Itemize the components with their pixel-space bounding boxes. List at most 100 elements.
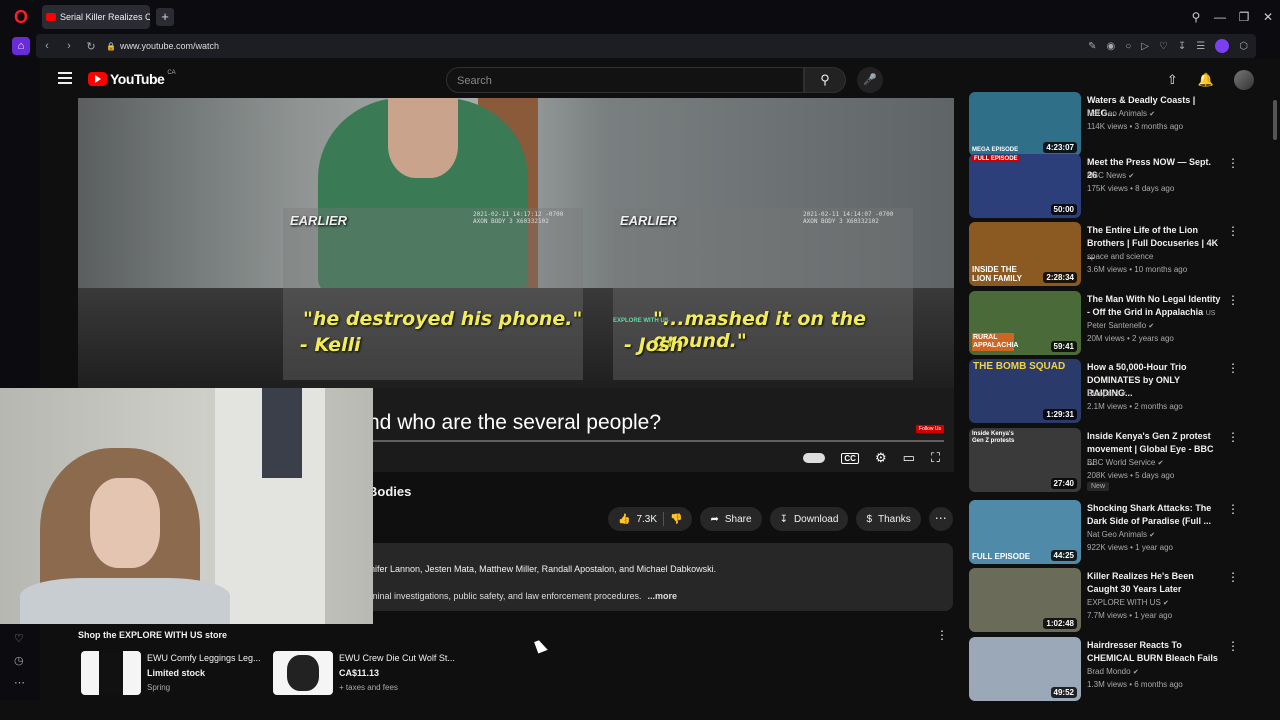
more-options-icon[interactable]: ⋮ bbox=[1227, 361, 1239, 375]
shop-more-icon[interactable]: ⋮ bbox=[936, 628, 948, 642]
recommendation-item[interactable]: FULL EPISODE 44:25 Shocking Shark Attack… bbox=[969, 500, 1269, 564]
profile-icon[interactable] bbox=[1215, 39, 1230, 53]
close-window-icon[interactable]: ✕ bbox=[1256, 10, 1280, 24]
channel-name[interactable]: space and science bbox=[1087, 252, 1153, 261]
more-options-icon[interactable]: ⋮ bbox=[1227, 156, 1239, 170]
search-button[interactable]: ⚲ bbox=[804, 67, 846, 93]
video-thumbnail[interactable]: Inside Kenya's Gen Z protests 27:40 bbox=[969, 428, 1081, 492]
menu-icon[interactable]: ☰ bbox=[1196, 41, 1205, 52]
channel-name[interactable]: Blooprint ✔ bbox=[1087, 389, 1127, 398]
notifications-bell-icon[interactable]: 🔔 bbox=[1198, 72, 1214, 88]
back-icon[interactable]: ‹ bbox=[36, 40, 58, 52]
download-label: Download bbox=[793, 513, 839, 525]
video-thumbnail[interactable]: 1:02:48 bbox=[969, 568, 1081, 632]
heart-icon[interactable]: ♡ bbox=[1159, 41, 1168, 52]
more-link[interactable]: ...more bbox=[647, 591, 677, 601]
recommendation-item[interactable]: FULL EPISODE 50:00 Meet the Press NOW — … bbox=[969, 154, 1269, 218]
channel-name[interactable]: BBC World Service ✔ bbox=[1087, 458, 1163, 467]
download-icon[interactable]: ↧ bbox=[1178, 41, 1186, 52]
thumbnail-badge: RURAL APPALACHIA bbox=[972, 333, 1019, 351]
recommendation-item[interactable]: RURAL APPALACHIA 59:41 The Man With No L… bbox=[969, 291, 1269, 355]
autoplay-toggle[interactable] bbox=[803, 453, 826, 463]
recommendation-item[interactable]: THE BOMB SQUAD 1:29:31 How a 50,000-Hour… bbox=[969, 359, 1269, 423]
extensions-icon[interactable]: ⬡ bbox=[1239, 41, 1248, 52]
shield-icon[interactable]: ○ bbox=[1125, 41, 1131, 52]
thumbs-down-icon[interactable]: 👎 bbox=[670, 514, 682, 525]
video-thumbnail[interactable]: 49:52 bbox=[969, 637, 1081, 701]
maximize-icon[interactable]: ❐ bbox=[1232, 10, 1256, 24]
youtube-favicon-icon bbox=[46, 13, 56, 21]
video-title[interactable]: Shocking Shark Attacks: The Dark Side of… bbox=[1087, 502, 1223, 528]
channel-name[interactable]: EXPLORE WITH US ✔ bbox=[1087, 598, 1169, 607]
forward-icon[interactable]: › bbox=[58, 40, 80, 52]
address-bar[interactable]: ‹ › ↻ 🔒 www.youtube.com/watch ✎ ◉ ○ ▷ ♡ … bbox=[36, 34, 1256, 58]
product-card[interactable]: EWU Crew Die Cut Wolf St... CA$11.13 + t… bbox=[273, 651, 455, 695]
minimize-icon[interactable]: — bbox=[1208, 10, 1232, 24]
channel-name[interactable]: Peter Santenello ✔ bbox=[1087, 321, 1154, 330]
url-text[interactable]: www.youtube.com/watch bbox=[120, 41, 219, 51]
opera-logo-icon[interactable]: O bbox=[0, 0, 42, 34]
recommendation-item[interactable]: INSIDE THE LION FAMILY 2:28:34 The Entir… bbox=[969, 222, 1269, 286]
history-icon[interactable]: ◷ bbox=[14, 654, 24, 667]
home-icon: ⌂ bbox=[12, 37, 30, 55]
recommendation-item[interactable]: Inside Kenya's Gen Z protests 27:40 Insi… bbox=[969, 428, 1269, 492]
heart-outline-icon[interactable]: ♡ bbox=[14, 632, 24, 645]
theater-mode-icon[interactable]: ▭ bbox=[903, 450, 915, 466]
thumbs-up-icon[interactable]: 👍 bbox=[618, 514, 630, 525]
more-icon[interactable]: ⋯ bbox=[14, 676, 25, 689]
video-title[interactable]: Hairdresser Reacts To CHEMICAL BURN Blea… bbox=[1087, 639, 1223, 665]
hamburger-menu-icon[interactable] bbox=[58, 72, 72, 84]
video-meta: 20M views • 2 years ago bbox=[1087, 334, 1174, 343]
more-options-icon[interactable]: ⋮ bbox=[1227, 570, 1239, 584]
window-controls: ⚲ — ❐ ✕ bbox=[1184, 0, 1280, 34]
edit-icon[interactable]: ✎ bbox=[1088, 41, 1096, 52]
video-thumbnail[interactable]: FULL EPISODE 44:25 bbox=[969, 500, 1081, 564]
thanks-button[interactable]: $ Thanks bbox=[856, 507, 921, 531]
video-meta: 208K views • 5 days ago bbox=[1087, 471, 1175, 480]
channel-name[interactable]: Nat Geo Animals ✔ bbox=[1087, 109, 1155, 118]
voice-search-icon[interactable]: 🎤 bbox=[857, 67, 883, 93]
recommendation-item[interactable]: MEGA EPISODE 4:23:07 Waters & Deadly Coa… bbox=[969, 92, 1269, 156]
fullscreen-icon[interactable]: ⛶ bbox=[931, 450, 940, 466]
search-input[interactable]: Search bbox=[446, 67, 804, 93]
camera-icon[interactable]: ◉ bbox=[1106, 41, 1115, 52]
search-tabs-icon[interactable]: ⚲ bbox=[1184, 10, 1208, 24]
product-card[interactable]: EWU Comfy Leggings Leg... Limited stock … bbox=[81, 651, 261, 695]
more-options-icon[interactable]: ⋮ bbox=[1227, 639, 1239, 653]
more-actions-icon[interactable]: ⋯ bbox=[928, 507, 953, 531]
video-title[interactable]: The Man With No Legal Identity - Off the… bbox=[1087, 293, 1223, 320]
mouse-cursor-icon bbox=[534, 638, 548, 654]
more-options-icon[interactable]: ⋮ bbox=[1227, 293, 1239, 307]
verified-icon: ✔ bbox=[1157, 460, 1164, 467]
video-thumbnail[interactable]: INSIDE THE LION FAMILY 2:28:34 bbox=[969, 222, 1081, 286]
youtube-logo[interactable]: YouTube CA bbox=[88, 70, 176, 87]
settings-gear-icon[interactable]: ⚙ bbox=[875, 450, 887, 466]
subtitles-cc-icon[interactable]: CC bbox=[841, 452, 859, 464]
video-title[interactable]: Killer Realizes He's Been Caught 30 Year… bbox=[1087, 570, 1223, 596]
channel-name[interactable]: NBC News ✔ bbox=[1087, 171, 1134, 180]
video-thumbnail[interactable]: FULL EPISODE 50:00 bbox=[969, 154, 1081, 218]
more-options-icon[interactable]: ⋮ bbox=[1227, 224, 1239, 238]
youtube-play-icon bbox=[88, 72, 107, 86]
avatar[interactable] bbox=[1234, 70, 1254, 90]
recommendation-item[interactable]: 49:52 Hairdresser Reacts To CHEMICAL BUR… bbox=[969, 637, 1269, 701]
upload-icon[interactable]: ⇧ bbox=[1167, 72, 1178, 88]
download-arrow-icon: ↧ bbox=[779, 513, 788, 525]
more-options-icon[interactable]: ⋮ bbox=[1227, 502, 1239, 516]
video-thumbnail[interactable]: THE BOMB SQUAD 1:29:31 bbox=[969, 359, 1081, 423]
channel-name[interactable]: Nat Geo Animals ✔ bbox=[1087, 530, 1155, 539]
description-line-1: nifer Lannon, Jesten Mata, Matthew Mille… bbox=[370, 564, 717, 574]
like-dislike-button[interactable]: 👍 7.3K 👎 bbox=[608, 507, 693, 531]
video-thumbnail[interactable]: MEGA EPISODE 4:23:07 bbox=[969, 92, 1081, 156]
play-icon[interactable]: ▷ bbox=[1141, 41, 1149, 52]
browser-tab[interactable]: Serial Killer Realizes Cops bbox=[42, 5, 150, 29]
new-tab-button[interactable]: + bbox=[156, 8, 174, 26]
download-button[interactable]: ↧ Download bbox=[769, 507, 849, 531]
channel-name[interactable]: Brad Mondo ✔ bbox=[1087, 667, 1139, 676]
page-scrollbar[interactable] bbox=[1273, 100, 1277, 140]
share-button[interactable]: ➦ Share bbox=[700, 507, 762, 531]
reload-icon[interactable]: ↻ bbox=[80, 40, 102, 53]
more-options-icon[interactable]: ⋮ bbox=[1227, 430, 1239, 444]
recommendation-item[interactable]: 1:02:48 Killer Realizes He's Been Caught… bbox=[969, 568, 1269, 632]
video-thumbnail[interactable]: RURAL APPALACHIA 59:41 bbox=[969, 291, 1081, 355]
